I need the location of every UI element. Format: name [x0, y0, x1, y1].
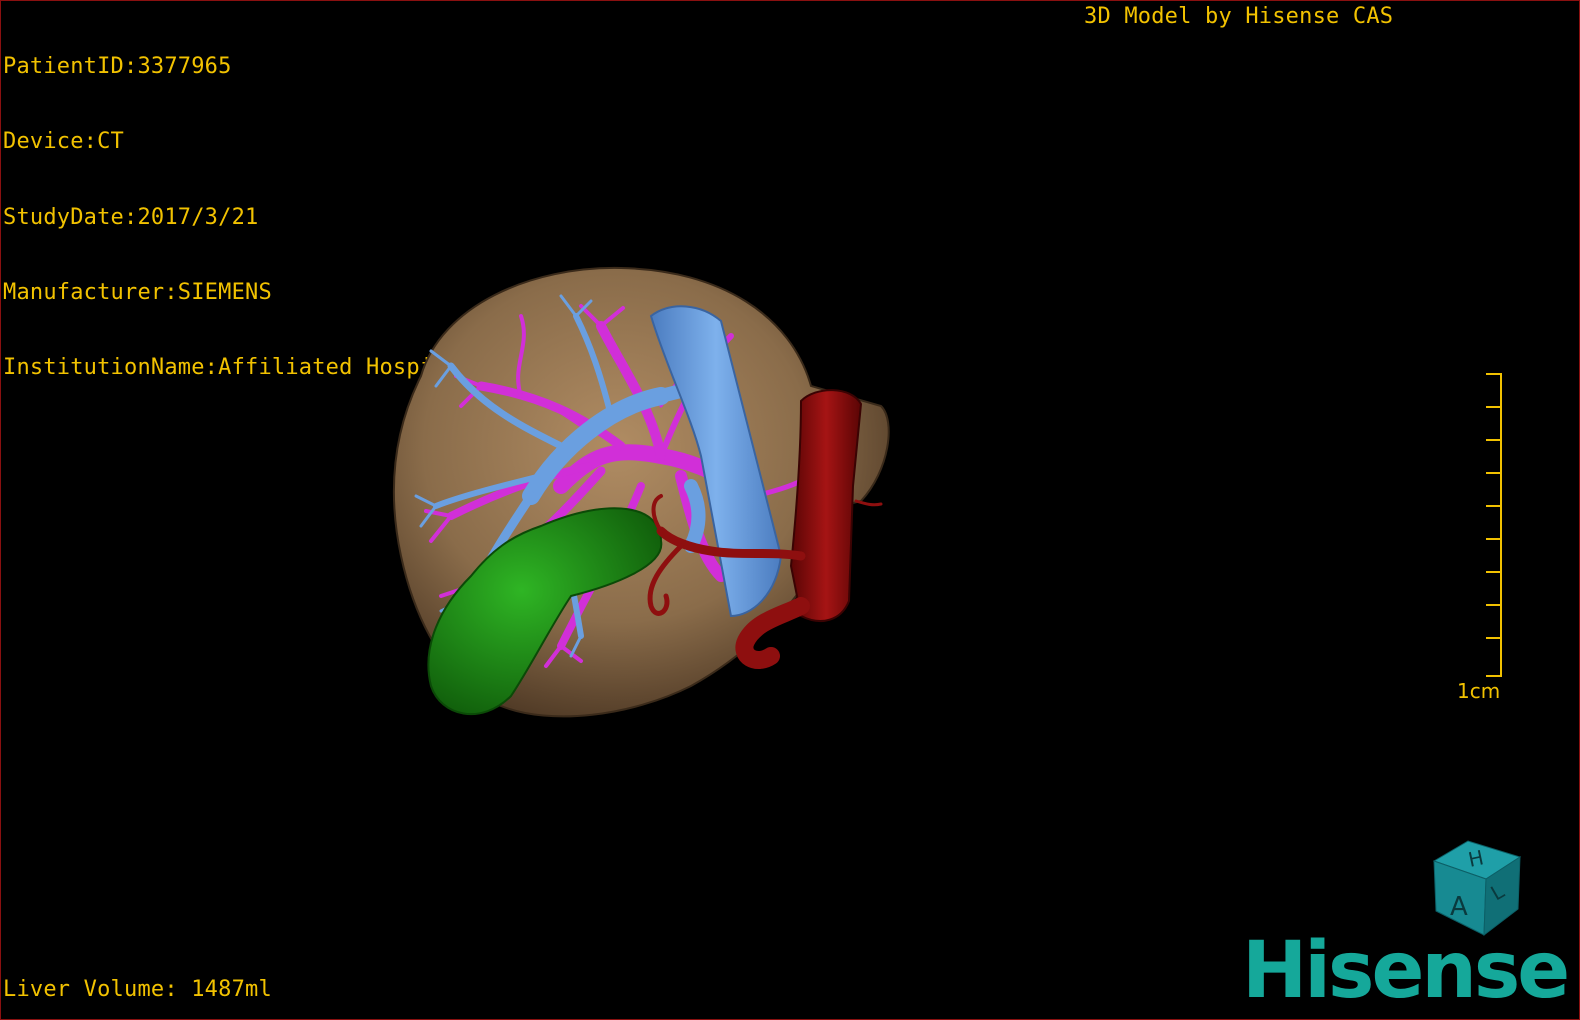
scale-tick	[1486, 637, 1502, 639]
liver-volume-text: Liver Volume: 1487ml	[3, 977, 272, 1002]
scale-tick	[1486, 472, 1502, 474]
scale-tick	[1486, 373, 1502, 375]
cube-face-front: A	[1450, 892, 1468, 922]
orientation-cube-icon[interactable]: H A L	[1426, 839, 1526, 939]
scale-tick	[1486, 439, 1502, 441]
scale-axis	[1500, 373, 1502, 677]
device-text: Device:CT	[3, 129, 125, 155]
liver-3d-model[interactable]	[361, 256, 921, 736]
study-date-text: StudyDate:2017/3/21	[3, 204, 259, 230]
scale-tick	[1486, 604, 1502, 606]
scale-label: 1cm	[1457, 679, 1501, 703]
model-credit-text: 3D Model by Hisense CAS	[1084, 4, 1394, 29]
scale-tick	[1486, 406, 1502, 408]
scale-tick	[1486, 538, 1502, 540]
scale-tick	[1486, 571, 1502, 573]
scale-tick	[1486, 675, 1502, 677]
patient-id-text: PatientID:3377965	[3, 54, 232, 79]
scale-bar	[1486, 373, 1502, 677]
aorta	[789, 389, 863, 622]
hisense-logo: Hisense	[1242, 926, 1570, 1016]
3d-viewport[interactable]: PatientID:3377965 Device:CT StudyDate:20…	[0, 0, 1580, 1020]
scale-tick	[1486, 505, 1502, 507]
